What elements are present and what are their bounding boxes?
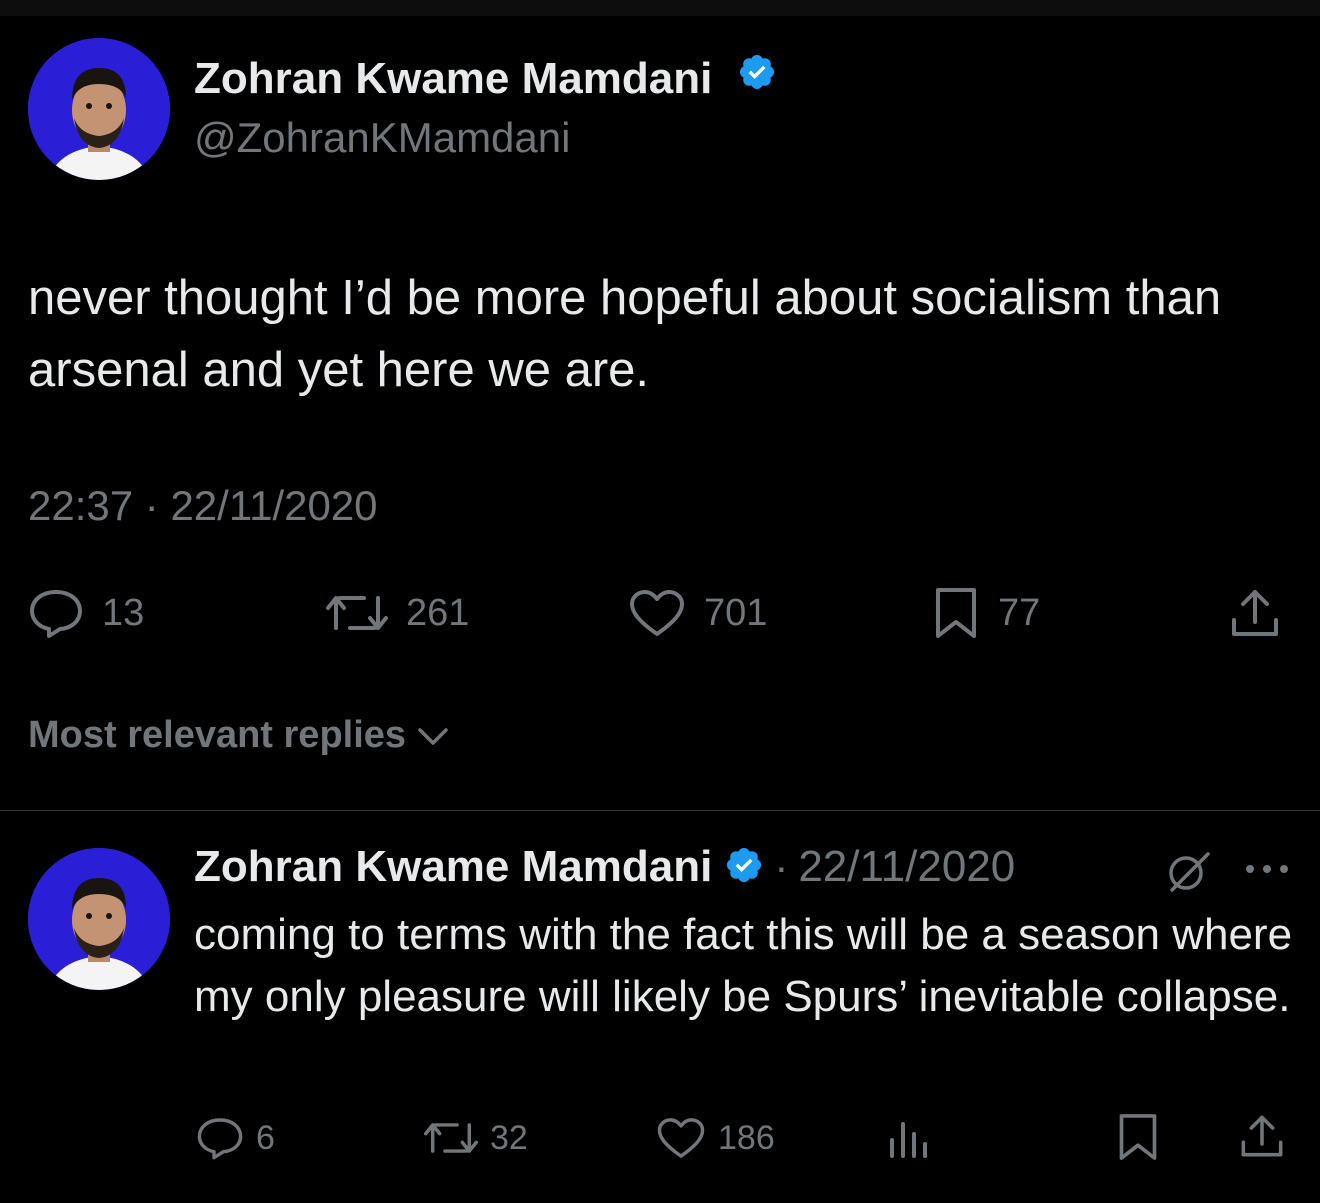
share-button[interactable]: [1228, 586, 1282, 640]
reply-count: 13: [102, 591, 145, 634]
author-avatar[interactable]: [28, 38, 170, 180]
author-name[interactable]: Zohran Kwame Mamdani: [194, 54, 777, 107]
reply-retweet-count: 32: [490, 1118, 528, 1157]
like-button[interactable]: 701: [628, 588, 767, 638]
like-count: 701: [704, 591, 768, 634]
retweet-count: 261: [406, 591, 470, 634]
bookmark-count: 77: [998, 591, 1041, 634]
reply-icon: [30, 590, 82, 638]
reply-share-button[interactable]: [1238, 1112, 1286, 1160]
reply-header: Zohran Kwame Mamdani · 22/11/2020: [194, 842, 1015, 892]
verified-badge-icon: [737, 52, 777, 103]
reply-like-count: 186: [718, 1118, 775, 1157]
retweet-icon: [326, 596, 388, 630]
reply-like-button[interactable]: 186: [656, 1116, 775, 1160]
reply-author-name[interactable]: Zohran Kwame Mamdani: [194, 842, 712, 892]
replies-sort-toggle[interactable]: Most relevant replies: [28, 714, 450, 757]
bookmark-icon: [1119, 1114, 1157, 1160]
reply-bookmark-button[interactable]: [1116, 1112, 1160, 1162]
tweet-timestamp[interactable]: 22:37 · 22/11/2020: [28, 482, 378, 530]
reply-author-avatar[interactable]: [28, 848, 170, 990]
status-bar-strip: [0, 0, 1320, 16]
reply-views-button[interactable]: [886, 1116, 932, 1160]
like-icon: [630, 590, 684, 636]
author-handle[interactable]: @ZohranKMamdani: [194, 114, 570, 162]
grok-icon[interactable]: [1164, 848, 1214, 899]
verified-badge-icon: [724, 845, 764, 890]
author-name-text[interactable]: Zohran Kwame Mamdani: [194, 54, 712, 103]
share-icon: [1241, 1115, 1283, 1157]
share-icon: [1232, 590, 1278, 636]
reply-reply-button[interactable]: 6: [196, 1116, 275, 1160]
replies-sort-label[interactable]: Most relevant replies: [28, 714, 406, 757]
retweet-icon: [424, 1123, 478, 1153]
bookmark-button[interactable]: 77: [932, 586, 1040, 640]
tweet-text: never thought I’d be more hopeful about …: [28, 271, 1222, 397]
chevron-down-icon: [418, 727, 448, 745]
bookmark-icon: [936, 588, 976, 638]
tweet-time[interactable]: 22:37: [28, 482, 133, 529]
views-icon: [890, 1122, 927, 1158]
reply-separator: ·: [774, 843, 789, 890]
reply-reply-count: 6: [256, 1118, 275, 1157]
more-icon[interactable]: [1244, 858, 1290, 885]
reply-button[interactable]: 13: [28, 588, 144, 638]
divider: [0, 810, 1320, 811]
retweet-button[interactable]: 261: [326, 588, 469, 638]
reply-date[interactable]: 22/11/2020: [798, 842, 1015, 892]
timestamp-separator: ·: [144, 482, 159, 529]
reply-icon: [197, 1118, 243, 1160]
reply-retweet-button[interactable]: 32: [424, 1116, 528, 1160]
reply-text: coming to terms with the fact this will …: [194, 910, 1293, 1021]
tweet-date[interactable]: 22/11/2020: [170, 482, 377, 529]
like-icon: [657, 1118, 705, 1158]
